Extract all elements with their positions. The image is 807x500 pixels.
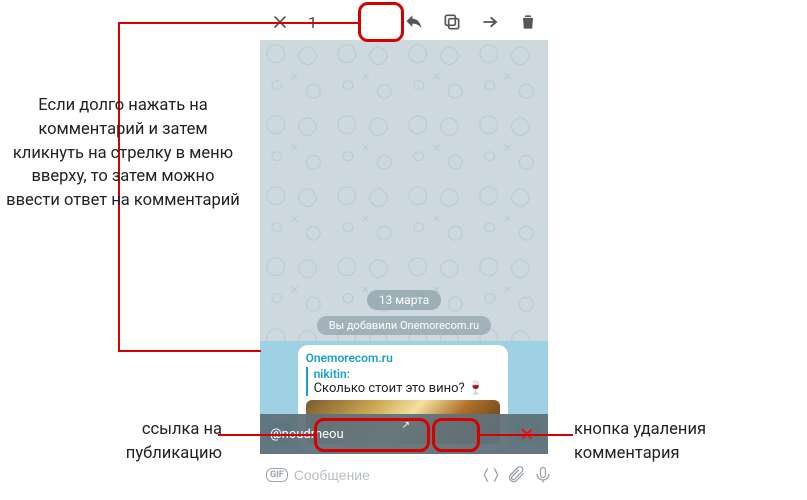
connector-a3 — [118, 350, 261, 352]
annotation-delete-button: кнопка удаления комментария — [574, 418, 764, 466]
callout-publication-link — [314, 418, 430, 452]
reply-icon[interactable] — [402, 10, 426, 34]
chat-area: 13 марта Вы добавили Onemorecom.ru Onemo… — [260, 40, 548, 454]
system-message: Вы добавили Onemorecom.ru — [317, 316, 491, 335]
mic-icon[interactable] — [533, 462, 553, 488]
date-pill: 13 марта — [367, 290, 441, 310]
reply-preview: nikitin: Сколько стоит это вино? 🍷 — [306, 367, 501, 396]
input-bar: GIF — [260, 454, 548, 496]
commands-icon[interactable] — [481, 462, 501, 488]
attach-icon[interactable] — [507, 462, 527, 488]
trash-icon[interactable] — [516, 10, 540, 34]
connector-a1 — [118, 22, 359, 24]
message-text: Сколько стоит это вино? 🍷 — [314, 381, 501, 396]
callout-reply-arrow — [358, 2, 404, 42]
connector-b — [218, 434, 315, 436]
annotation-reply-instruction: Если долго нажать на комментарий и затем… — [6, 94, 240, 213]
callout-delete-button — [432, 418, 480, 452]
gif-icon[interactable]: GIF — [266, 462, 288, 488]
channel-name: Onemorecom.ru — [306, 351, 501, 365]
copy-icon[interactable] — [440, 10, 464, 34]
message-input[interactable] — [294, 467, 475, 483]
connector-c — [480, 434, 573, 436]
annotation-publication-link: ссылка на публикацию — [96, 418, 222, 466]
forward-icon[interactable] — [478, 10, 502, 34]
reply-author: nikitin: — [314, 367, 501, 381]
